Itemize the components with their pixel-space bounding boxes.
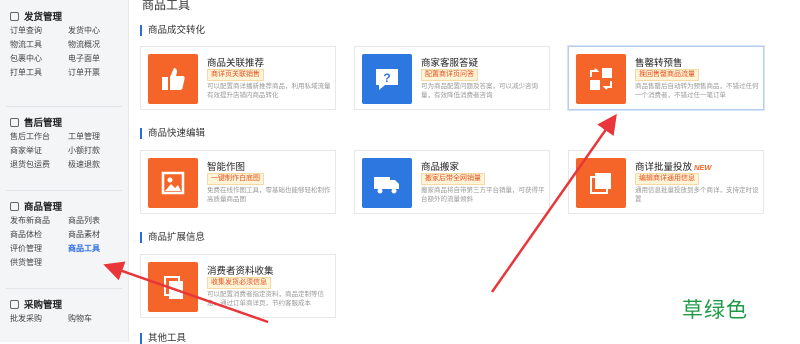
page-title: 商品工具	[142, 0, 191, 12]
sidebar-group-shipping: 发货管理 订单查询 发货中心 物流工具 物流概况 包裹中心 电子面单 打单工具 订单开票	[0, 8, 128, 80]
card-desc: 商品售罄后自动转为预售商品，不错过任何一个消费者，不错过任一笔订单	[635, 83, 759, 99]
box-icon	[10, 201, 19, 211]
sidebar-item[interactable]: 退货包运费	[0, 158, 68, 172]
form-icon	[148, 262, 198, 312]
card-title: 售罄转预售	[635, 58, 683, 69]
truck-icon	[10, 11, 19, 21]
card-tag: 搬家后带全网销量	[421, 173, 485, 185]
sidebar-group-products: 商品管理 发布新商品 商品列表 商品体检 商品素材 评价管理 商品工具 供货管理	[0, 198, 128, 270]
sidebar-item[interactable]: 批发采购	[0, 312, 68, 326]
card-desc: 可为商品配置问题及答案，可以减少咨询量，有效降低消费者咨询	[421, 83, 538, 99]
sidebar-group-header[interactable]: 售后管理	[0, 114, 128, 130]
sidebar-group-aftersale: 售后管理 售后工作台 工单管理 商家举证 小额打款 退货包运费 极速退款	[0, 114, 128, 172]
sidebar-item[interactable]: 物流概况	[68, 38, 126, 52]
card-title: 商品搬家	[421, 162, 460, 173]
cart-icon	[10, 299, 19, 309]
card-desc: 可以配置商详播新推荐商品，利用私域流量有效提升店铺内商品转化	[207, 83, 331, 99]
sidebar-item[interactable]: 评价管理	[0, 242, 68, 256]
sidebar: 发货管理 订单查询 发货中心 物流工具 物流概况 包裹中心 电子面单 打单工具 订单开票…	[0, 0, 129, 342]
section-title: 商品快速编辑	[140, 128, 205, 139]
sidebar-item[interactable]: 极速退款	[68, 158, 126, 172]
main-content: 商品工具 商品成交转化 商品关联推荐 商详页关联销售 可以配置商详播新推荐商品，…	[128, 0, 800, 344]
sidebar-item[interactable]: 商家举证	[0, 144, 68, 158]
swap-icon	[576, 54, 626, 104]
card-tag: 商详页关联销售	[207, 69, 264, 81]
card-desc: 可以配置消费者指定资料，商品定制等信息，通过订单商详页，节约客服成本	[207, 291, 324, 307]
tool-card-smart-design[interactable]: 智能作图 一键制作白底图 免费在线作图工具，零基础也能够轻松制作高质量商品图	[140, 150, 336, 214]
sidebar-item[interactable]: 供货管理	[0, 256, 68, 270]
truck-move-icon	[362, 158, 412, 208]
sidebar-item[interactable]: 物流工具	[0, 38, 68, 52]
card-desc: 搬家商品将自带第三方平台销量，可获得平台额外的流量倾斜	[421, 187, 545, 203]
sidebar-item[interactable]: 包裹中心	[0, 52, 68, 66]
card-tag: 一键制作白底图	[207, 173, 264, 185]
sidebar-item[interactable]: 电子面单	[68, 52, 126, 66]
tool-card-batch-detail[interactable]: 商详批量投放 NEW 编辑商详通用信息 通用信息批量投放到多个商详，支持定时设置	[568, 150, 764, 214]
card-title: 消费者资料收集	[207, 266, 274, 277]
section-title: 其他工具	[140, 333, 186, 344]
sidebar-group-header[interactable]: 发货管理	[0, 8, 128, 24]
sidebar-group-header[interactable]: 商品管理	[0, 198, 128, 214]
card-tag: 编辑商详通用信息	[635, 173, 699, 185]
question-chat-icon: ?	[362, 54, 412, 104]
card-tag: 配置商详页问答	[421, 69, 478, 81]
sidebar-group-purchase: 采购管理 批发采购 购物车	[0, 296, 128, 326]
card-desc: 通用信息批量投放到多个商详，支持定时设置	[635, 187, 759, 203]
card-title: 商详批量投放 NEW	[635, 162, 712, 173]
section-title: 商品成交转化	[140, 25, 205, 36]
tool-card-product-move[interactable]: 商品搬家 搬家后带全网销量 搬家商品将自带第三方平台销量，可获得平台额外的流量倾…	[354, 150, 550, 214]
tool-card-related-recommend[interactable]: 商品关联推荐 商详页关联销售 可以配置商详播新推荐商品，利用私域流量有效提升店铺…	[140, 46, 336, 110]
shield-icon	[10, 117, 19, 127]
svg-text:?: ?	[383, 71, 390, 85]
sidebar-group-header[interactable]: 采购管理	[0, 296, 128, 312]
sidebar-item[interactable]: 工单管理	[68, 130, 126, 144]
tool-card-merchant-qa[interactable]: ? 商家客服答疑 配置商详页问答 可为商品配置问题及答案，可以减少咨询量，有效降…	[354, 46, 550, 110]
sidebar-item[interactable]: 小额打款	[68, 144, 126, 158]
tool-card-soldout-presale[interactable]: 售罄转预售 挽回售罄商品流量 商品售罄后自动转为预售商品，不错过任何一个消费者，…	[568, 46, 764, 110]
sidebar-item[interactable]: 商品列表	[68, 214, 126, 228]
sidebar-item[interactable]: 购物车	[68, 312, 126, 326]
sidebar-item[interactable]: 发货中心	[68, 24, 126, 38]
card-desc: 免费在线作图工具，零基础也能够轻松制作高质量商品图	[207, 187, 331, 203]
divider	[6, 190, 122, 191]
sidebar-item[interactable]: 打单工具	[0, 66, 68, 80]
sidebar-item[interactable]: 订单开票	[68, 66, 126, 80]
new-badge: NEW	[694, 163, 712, 172]
sidebar-item[interactable]	[68, 256, 126, 270]
sidebar-item[interactable]: 商品素材	[68, 228, 126, 242]
sidebar-item[interactable]: 售后工作台	[0, 130, 68, 144]
sidebar-item[interactable]: 商品体检	[0, 228, 68, 242]
sidebar-item[interactable]: 发布新商品	[0, 214, 68, 228]
divider	[6, 288, 122, 289]
card-tag: 挽回售罄商品流量	[635, 69, 699, 81]
tool-card-consumer-info[interactable]: 消费者资料收集 收集发货必须信息 可以配置消费者指定资料，商品定制等信息，通过订…	[140, 254, 336, 318]
watermark-text: 草绿色	[682, 299, 748, 322]
divider	[6, 106, 122, 107]
sidebar-item[interactable]: 订单查询	[0, 24, 68, 38]
card-title: 商品关联推荐	[207, 58, 265, 69]
card-title: 商家客服答疑	[421, 58, 479, 69]
image-icon	[148, 158, 198, 208]
card-title: 智能作图	[207, 162, 246, 173]
sidebar-item-product-tools[interactable]: 商品工具	[68, 242, 126, 256]
section-title: 商品扩展信息	[140, 232, 205, 243]
thumbs-up-icon	[148, 54, 198, 104]
card-tag: 收集发货必须信息	[207, 277, 271, 289]
stack-icon	[576, 158, 626, 208]
